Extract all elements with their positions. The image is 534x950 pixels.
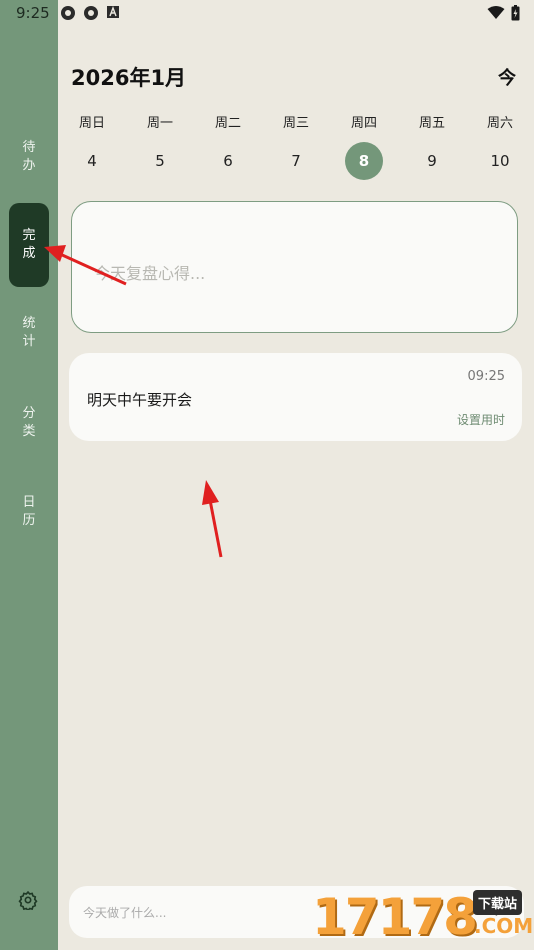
sidebar-item-label: 办 [22, 158, 36, 173]
day-number[interactable]: 10 [481, 142, 519, 180]
status-time: 9:25 [16, 4, 50, 22]
day-number[interactable]: 5 [141, 142, 179, 180]
day-column[interactable]: 周五 9 [398, 113, 466, 180]
sidebar-item-calendar[interactable]: 日 历 [9, 470, 49, 554]
sidebar: 待 办 完 成 统 计 分 类 日 历 [0, 0, 58, 950]
app-a-icon [107, 6, 119, 18]
day-column[interactable]: 周二 6 [194, 113, 262, 180]
weekday-label: 周日 [78, 116, 105, 131]
weekday-label: 周三 [282, 116, 309, 131]
sidebar-item-label: 日 [22, 495, 36, 510]
weekday-label: 周五 [418, 116, 445, 131]
day-column[interactable]: 周六 10 [466, 113, 534, 180]
day-number[interactable]: 7 [277, 142, 315, 180]
day-number[interactable]: 9 [413, 142, 451, 180]
weekday-label: 周四 [350, 116, 377, 131]
day-number-selected[interactable]: 8 [345, 142, 383, 180]
watermark-site: 下载站 [473, 890, 523, 915]
status-system-icons [487, 5, 520, 21]
task-input-placeholder: 今天做了什么... [83, 906, 167, 920]
sidebar-item-label: 分 [22, 406, 36, 421]
sidebar-item-todo[interactable]: 待 办 [9, 115, 49, 199]
review-input[interactable]: 今天复盘心得... [71, 201, 518, 333]
watermark-domain: .COM [474, 914, 534, 938]
sidebar-item-label: 成 [22, 246, 36, 261]
sidebar-item-label: 历 [22, 513, 36, 528]
sidebar-item-label: 计 [22, 334, 36, 349]
watermark-numbers: 17178 [312, 888, 478, 946]
aperture-icon [61, 6, 75, 20]
day-column[interactable]: 周日 4 [58, 113, 126, 180]
weekday-label: 周一 [146, 116, 173, 131]
battery-charging-icon [511, 5, 520, 21]
task-text: 明天中午要开会 [87, 391, 193, 409]
month-title: 2026年1月 [71, 66, 187, 90]
sidebar-item-label: 统 [22, 316, 36, 331]
settings-gear-icon[interactable] [18, 890, 38, 914]
set-duration-link[interactable]: 设置用时 [457, 411, 505, 428]
sidebar-item-label: 待 [22, 140, 36, 155]
day-column[interactable]: 周三 7 [262, 113, 330, 180]
aperture-icon [84, 6, 98, 20]
sidebar-item-stats[interactable]: 统 计 [9, 291, 49, 375]
review-placeholder: 今天复盘心得... [94, 264, 206, 283]
day-number[interactable]: 6 [209, 142, 247, 180]
sidebar-item-done[interactable]: 完 成 [9, 203, 49, 287]
day-number[interactable]: 4 [73, 142, 111, 180]
weekday-label: 周二 [214, 116, 241, 131]
sidebar-item-category[interactable]: 分 类 [9, 381, 49, 465]
sidebar-item-label: 类 [22, 424, 36, 439]
today-button[interactable]: 今 [498, 64, 516, 90]
status-notification-icons [60, 5, 120, 21]
task-time: 09:25 [467, 369, 505, 384]
annotation-arrow [202, 480, 223, 558]
day-column[interactable]: 周一 5 [126, 113, 194, 180]
week-strip: 周日 4 周一 5 周二 6 周三 7 周四 8 周五 9 周六 10 [58, 113, 534, 180]
sidebar-item-label: 完 [22, 228, 36, 243]
wifi-icon [487, 6, 505, 19]
day-column[interactable]: 周四 8 [330, 113, 398, 180]
task-card[interactable]: 09:25 明天中午要开会 设置用时 [69, 353, 522, 441]
weekday-label: 周六 [486, 116, 513, 131]
